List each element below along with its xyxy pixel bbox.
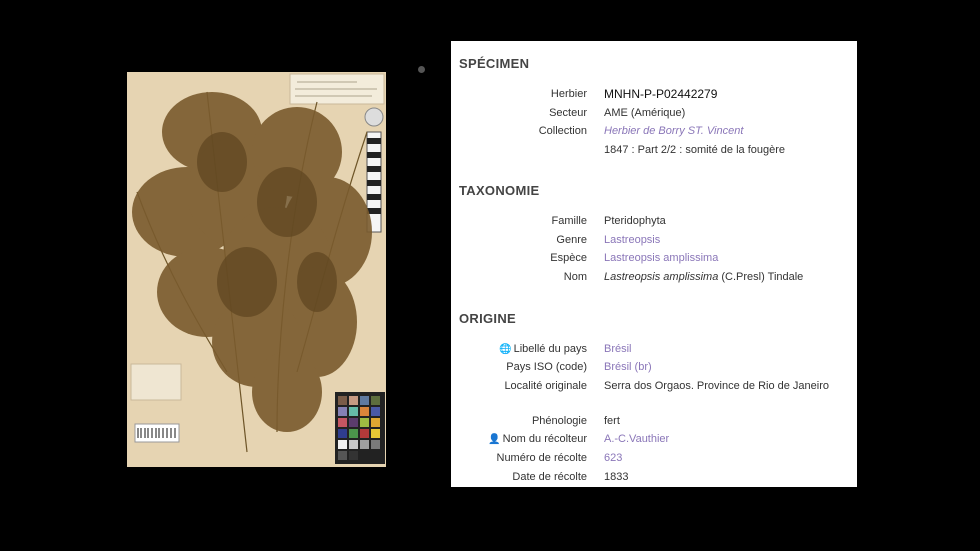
secteur-label: Secteur bbox=[549, 107, 587, 119]
nom-label: Nom bbox=[563, 271, 587, 283]
famille-value: Pteridophyta bbox=[604, 215, 666, 227]
globe-icon: 🌐 bbox=[499, 344, 512, 355]
numero-link[interactable]: 623 bbox=[604, 450, 844, 466]
phenologie-label: Phénologie bbox=[531, 415, 587, 427]
famille-label: Famille bbox=[551, 215, 587, 227]
pays-label: 🌐 Libellé du pays bbox=[499, 341, 587, 358]
recolteur-link[interactable]: A.-C.Vauthier bbox=[604, 431, 844, 447]
collection-link[interactable]: Herbier de Borry ST. Vincent bbox=[604, 123, 844, 139]
nom-value-scientific: Lastreopsis amplissima bbox=[604, 271, 719, 283]
specimen-info-panel: SPÉCIMEN Herbier MNHN-P-P02442279 Secteu… bbox=[451, 41, 857, 487]
espece-label: Espèce bbox=[550, 252, 587, 264]
secteur-value: AME (Amérique) bbox=[604, 107, 686, 119]
phenologie-value: fert bbox=[604, 415, 620, 427]
date-label: Date de récolte bbox=[512, 471, 587, 483]
localite-label: Localité originale bbox=[504, 380, 587, 392]
pays-link[interactable]: Brésil bbox=[604, 341, 844, 357]
espece-link[interactable]: Lastreopsis amplissima bbox=[604, 250, 844, 266]
collection-label: Collection bbox=[538, 125, 587, 137]
pays-label-text: Libellé du pays bbox=[513, 343, 587, 355]
numero-label: Numéro de récolte bbox=[496, 452, 588, 464]
recolteur-label: 👤 Nom du récolteur bbox=[488, 431, 587, 448]
person-icon: 👤 bbox=[488, 434, 501, 445]
herbier-label: Herbier bbox=[550, 88, 587, 100]
genre-label: Genre bbox=[556, 234, 587, 246]
herbier-value: MNHN-P-P02442279 bbox=[604, 87, 718, 101]
nom-value-author: (C.Presl) Tindale bbox=[718, 271, 804, 283]
genre-link[interactable]: Lastreopsis bbox=[604, 232, 844, 248]
section-title-specimen: SPÉCIMEN bbox=[459, 56, 530, 71]
iso-label: Pays ISO (code) bbox=[506, 361, 587, 373]
recolteur-label-text: Nom du récolteur bbox=[502, 433, 587, 445]
fern-specimen-illustration bbox=[127, 72, 386, 467]
nom-value: Lastreopsis amplissima (C.Presl) Tindale bbox=[604, 269, 844, 285]
section-title-origine: ORIGINE bbox=[459, 311, 516, 326]
cursor-dot bbox=[418, 66, 425, 73]
section-title-taxonomie: TAXONOMIE bbox=[459, 183, 540, 198]
iso-link[interactable]: Brésil (br) bbox=[604, 359, 844, 375]
date-value: 1833 bbox=[604, 471, 629, 483]
specimen-note: 1847 : Part 2/2 : somité de la fougère bbox=[604, 144, 786, 156]
specimen-image bbox=[127, 72, 386, 467]
localite-value: Serra dos Orgaos. Province de Rio de Jan… bbox=[604, 380, 830, 392]
